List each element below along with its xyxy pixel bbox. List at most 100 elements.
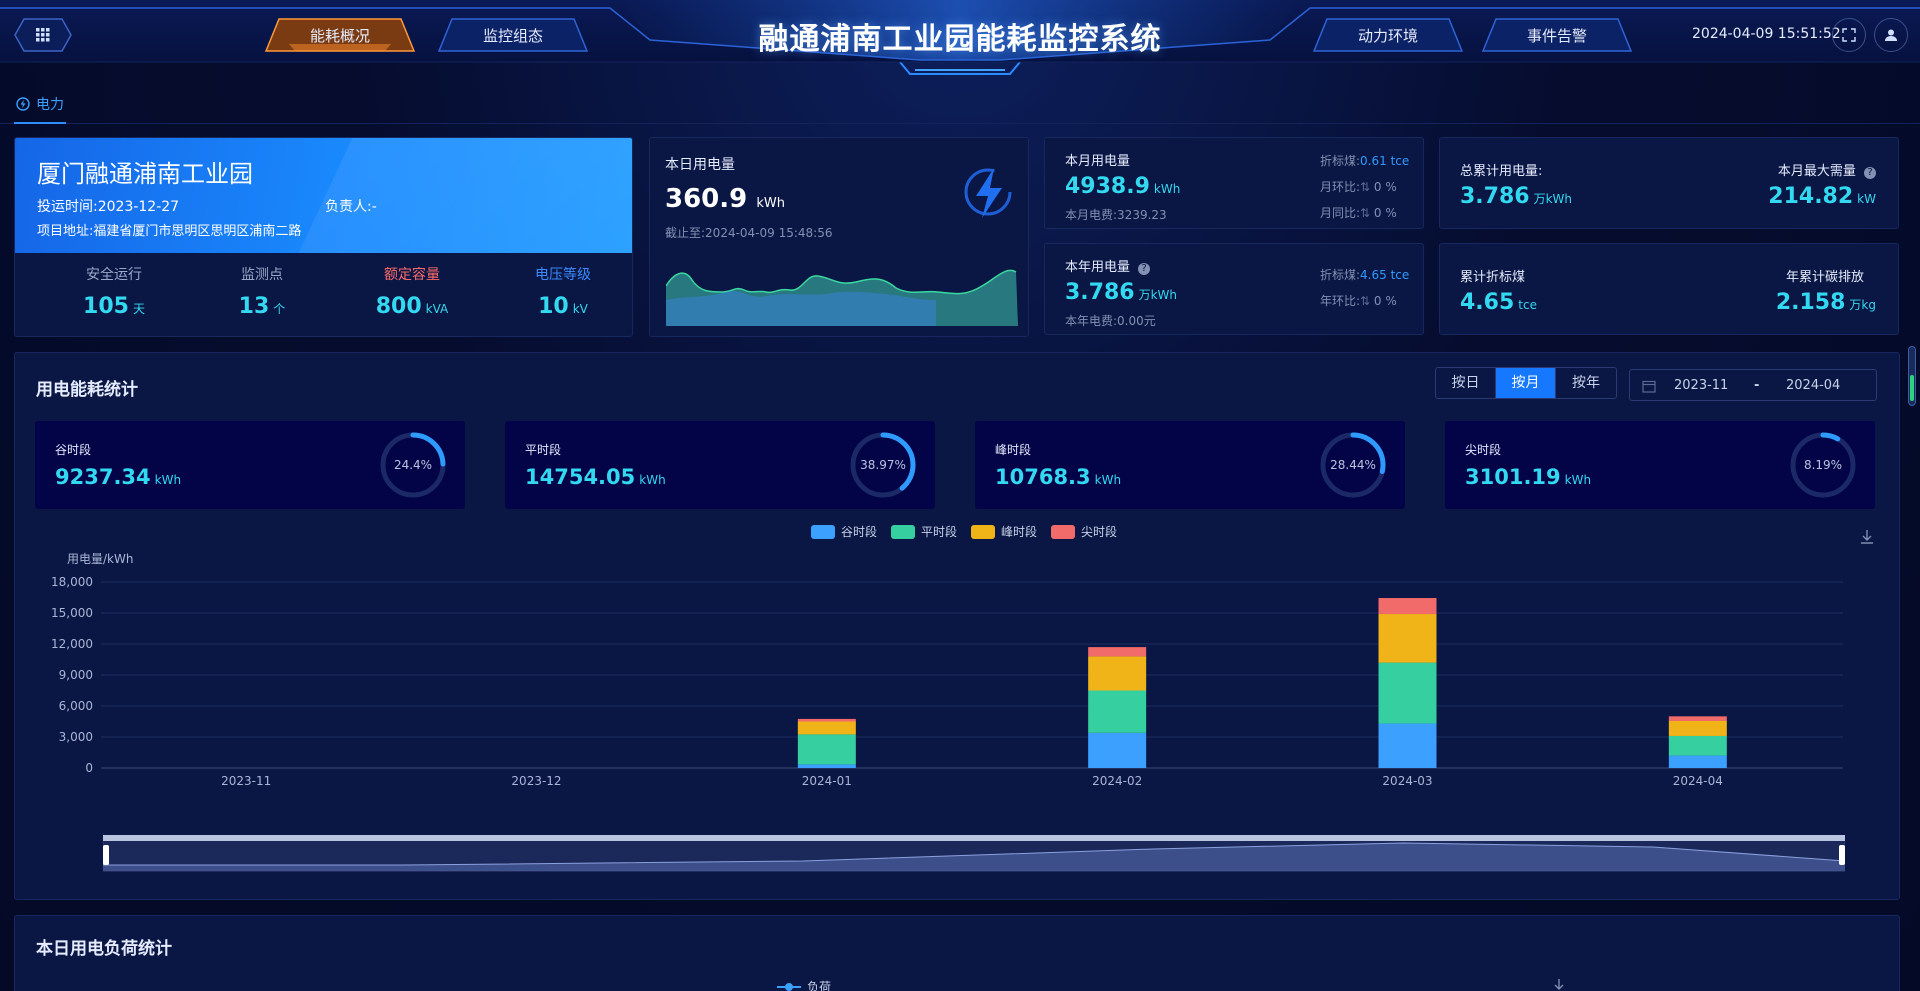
lightning-icon — [964, 168, 1012, 218]
nav-tab-power-environment[interactable]: 动力环境 — [1313, 18, 1463, 52]
bar-segment[interactable] — [1668, 720, 1727, 736]
bar-segment[interactable] — [797, 721, 856, 735]
project-stat: 监测点 13 个 — [187, 264, 337, 319]
bar-segment[interactable] — [1088, 656, 1147, 691]
app-root: 能耗概况 监控组态 融通浦南工业园能耗监控系统 动力环境 事件告警 2024-0… — [0, 0, 1920, 991]
kpi-value: 9237.34 — [55, 465, 151, 489]
bar-segment[interactable] — [797, 718, 856, 722]
month-fee: 本月电费:3239.23 — [1065, 208, 1167, 222]
tab-electricity[interactable]: 电力 — [14, 92, 66, 124]
legend-item-valley[interactable]: 谷时段 — [811, 523, 877, 540]
date-to[interactable]: 2024-04 — [1786, 378, 1840, 393]
carbon-unit: 万kg — [1849, 298, 1876, 312]
help-icon[interactable]: ? — [1864, 167, 1876, 179]
scrollbar[interactable] — [1908, 346, 1916, 406]
coal-carbon-card: 累计折标煤 4.65 tce 年累计碳排放 2.158 万kg — [1439, 243, 1899, 335]
nav-tab-monitor-config[interactable]: 监控组态 — [438, 18, 588, 52]
bar-segment[interactable] — [1378, 598, 1437, 615]
load-legend[interactable]: 负荷 — [777, 978, 831, 991]
stat-value: 800 — [375, 294, 422, 319]
download-icon[interactable] — [1551, 978, 1567, 991]
bar-segment[interactable] — [1378, 723, 1437, 768]
zoom-handle-right — [1839, 845, 1845, 865]
legend-item-sharp[interactable]: 尖时段 — [1051, 523, 1117, 540]
year-fee: 本年电费:0.00元 — [1065, 314, 1156, 328]
load-section-title: 本日用电负荷统计 — [36, 939, 172, 959]
project-name: 厦门融通浦南工业园 — [37, 160, 253, 188]
today-value: 360.9 — [665, 184, 748, 214]
project-info-card: 厦门融通浦南工业园 投运时间:2023-12-27 负责人:- 项目地址:福建省… — [14, 137, 633, 337]
max-demand-value: 214.82 — [1768, 184, 1854, 209]
legend-valley-label: 谷时段 — [841, 525, 878, 539]
period-kpi-card: 平时段 14754.05 kWh 38.97% — [505, 421, 935, 509]
power-icon — [16, 97, 30, 111]
month-value: 4938.9 — [1065, 174, 1150, 199]
datetime-display: 2024-04-09 15:51:52 — [1692, 26, 1841, 42]
total-unit: 万kWh — [1533, 192, 1573, 206]
month-unit: kWh — [1153, 182, 1181, 196]
date-range-picker[interactable]: 2023-11 - 2024-04 — [1629, 369, 1877, 401]
y-axis-label: 用电量/kWh — [67, 552, 133, 566]
date-separator: - — [1754, 378, 1760, 393]
fullscreen-icon — [1842, 28, 1856, 42]
mode-day-button[interactable]: 按日 — [1436, 368, 1496, 398]
nav-tab-label: 事件告警 — [1526, 26, 1587, 45]
today-trend-area-chart — [666, 269, 1018, 326]
total-consumption-card: 总累计用电量: 3.786 万kWh 本月最大需量 ? 214.82 kW — [1439, 137, 1899, 229]
month-yoy-label: 月同比: — [1320, 206, 1361, 220]
legend-item-peak[interactable]: 峰时段 — [971, 523, 1037, 540]
y-tick-label: 18,000 — [51, 575, 93, 589]
project-stat: 电压等级 10 kV — [488, 264, 632, 319]
date-from[interactable]: 2023-11 — [1674, 378, 1728, 393]
year-yoy-label: 年环比: — [1320, 294, 1361, 308]
stat-value: 105 — [83, 294, 129, 319]
bar-segment[interactable] — [1668, 716, 1727, 721]
data-zoom-slider[interactable] — [103, 835, 1845, 875]
bar-segment[interactable] — [1668, 735, 1727, 756]
period-kpi-card: 谷时段 9237.34 kWh 24.4% — [35, 421, 465, 509]
help-icon[interactable]: ? — [1138, 263, 1151, 275]
bar-segment[interactable] — [1378, 662, 1437, 724]
stat-value: 10 — [538, 294, 569, 319]
total-label: 总累计用电量: — [1460, 164, 1543, 179]
month-label: 本月用电量 — [1065, 154, 1131, 169]
zoom-handle-left — [103, 845, 109, 865]
fullscreen-button[interactable] — [1832, 18, 1866, 52]
bar-segment[interactable] — [1378, 614, 1437, 663]
grid-menu-button[interactable] — [14, 18, 72, 52]
kpi-unit: kWh — [154, 473, 182, 487]
carbon-value: 2.158 — [1775, 290, 1846, 315]
mode-year-button[interactable]: 按年 — [1556, 368, 1616, 398]
year-value: 3.786 — [1065, 280, 1135, 305]
today-consumption-card: 本日用电量 360.9 kWh 截止至:2024-04-09 15:48:56 — [649, 137, 1029, 337]
y-tick-label: 0 — [85, 761, 93, 775]
bar-segment[interactable] — [1088, 732, 1147, 768]
month-mom-label: 月环比: — [1320, 180, 1361, 194]
kpi-unit: kWh — [1094, 473, 1122, 487]
max-demand-unit: kW — [1857, 192, 1876, 206]
bar-segment[interactable] — [1088, 647, 1147, 657]
nav-tab-energy-overview[interactable]: 能耗概况 — [265, 18, 415, 52]
stat-label: 额定容量 — [384, 267, 440, 283]
kpi-label: 峰时段 — [995, 443, 1032, 457]
nav-tab-event-alarm[interactable]: 事件告警 — [1482, 18, 1632, 52]
year-yoy: 年环比:⇅ 0 % — [1320, 294, 1397, 308]
y-tick-label: 6,000 — [59, 699, 93, 713]
bar-segment[interactable] — [1088, 690, 1147, 733]
stat-unit: 个 — [273, 302, 286, 316]
year-coal-value: 4.65 tce — [1360, 268, 1410, 282]
bar-segment[interactable] — [797, 734, 856, 765]
x-tick-label: 2023-12 — [511, 774, 561, 788]
stat-unit: kVA — [425, 302, 449, 316]
year-yoy-value: 0 % — [1373, 294, 1397, 308]
legend-flat-label: 平时段 — [921, 525, 958, 539]
legend-item-flat[interactable]: 平时段 — [891, 523, 957, 540]
bar-segment[interactable] — [1668, 755, 1727, 768]
mode-month-button[interactable]: 按月 — [1496, 368, 1556, 398]
month-consumption-card: 本月用电量 4938.9 kWh 本月电费:3239.23 折标煤:0.61 tc… — [1044, 137, 1424, 229]
kpi-unit: kWh — [1564, 473, 1592, 487]
kpi-value: 10768.3 — [995, 465, 1091, 489]
legend-sharp-label: 尖时段 — [1081, 525, 1118, 539]
bar-segment[interactable] — [797, 764, 856, 768]
user-button[interactable] — [1874, 18, 1908, 52]
